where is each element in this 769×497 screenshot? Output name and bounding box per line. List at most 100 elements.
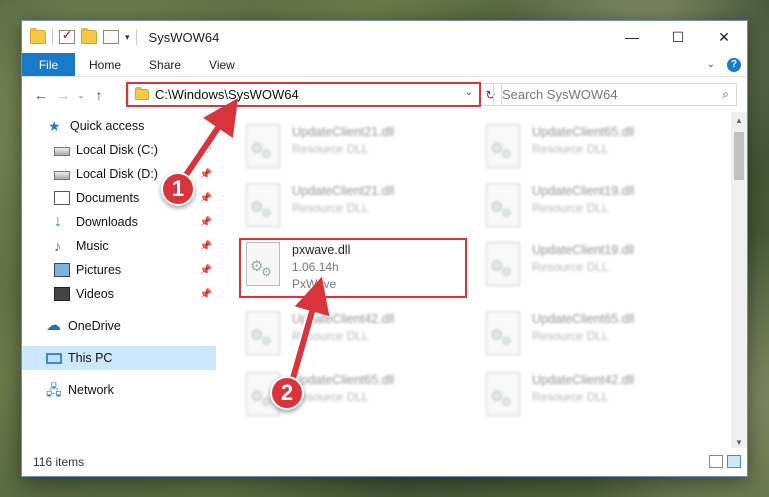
dll-file-icon — [246, 183, 280, 227]
pin-icon: 📌 — [199, 192, 212, 204]
item-count: 116 items — [33, 455, 85, 469]
callout-badge-1: 1 — [161, 172, 195, 206]
file-description: Resource DLL — [532, 142, 609, 156]
dll-file-icon — [486, 372, 520, 416]
file-item[interactable]: UpdateClient65.dll Resource DLL — [478, 307, 708, 363]
sidebar-item-label: Network — [68, 383, 114, 397]
sidebar-item-network[interactable]: 🖧 Network — [22, 378, 216, 402]
tab-share[interactable]: Share — [135, 53, 195, 76]
minimize-button[interactable]: — — [609, 21, 655, 53]
downloads-icon: ↓ — [54, 213, 62, 230]
dll-file-icon — [246, 124, 280, 168]
dll-file-icon — [486, 242, 520, 286]
maximize-button[interactable]: ☐ — [655, 21, 701, 53]
file-item[interactable]: UpdateClient19.dll Resource DLL — [478, 238, 708, 294]
file-item[interactable]: UpdateClient42.dll Resource DLL — [238, 307, 468, 363]
disk-icon — [54, 171, 70, 180]
folder-icon — [30, 28, 46, 44]
sidebar-item-onedrive[interactable]: ☁ OneDrive — [22, 314, 216, 338]
sidebar-item-label: Music — [76, 239, 109, 253]
file-name: UpdateClient21.dll — [292, 125, 395, 139]
search-placeholder: Search SysWOW64 — [502, 87, 618, 102]
sidebar-item-music[interactable]: ♪ Music 📌 — [22, 234, 216, 258]
file-description: Resource DLL — [292, 142, 369, 156]
file-description: Resource DLL — [292, 329, 369, 343]
sidebar-item-videos[interactable]: Videos 📌 — [22, 282, 216, 306]
sidebar-item-label: Downloads — [76, 215, 138, 229]
quick-access-toolbar: ▾ — [22, 28, 137, 45]
file-highlight-box — [239, 238, 467, 298]
separator — [135, 29, 137, 45]
file-item[interactable]: UpdateClient42.dll Resource DLL — [478, 368, 708, 424]
file-description: Resource DLL — [532, 260, 609, 274]
forward-arrow-icon[interactable]: → — [52, 87, 74, 103]
dll-file-icon — [486, 124, 520, 168]
pin-icon: 📌 — [199, 264, 212, 276]
onedrive-icon: ☁ — [46, 317, 61, 334]
sidebar-item-label: Quick access — [70, 119, 145, 133]
dll-file-icon — [486, 183, 520, 227]
network-icon: 🖧 — [46, 382, 62, 398]
sidebar-item-label: Documents — [76, 191, 140, 205]
tiles-view-icon[interactable] — [727, 455, 741, 468]
qat-dropdown-icon[interactable]: ▾ — [125, 32, 130, 43]
file-description: Resource DLL — [532, 390, 609, 404]
file-item[interactable]: UpdateClient65.dll Resource DLL — [478, 120, 708, 176]
details-view-icon[interactable] — [709, 455, 723, 468]
back-arrow-icon[interactable]: ← — [30, 87, 52, 103]
window-controls: — ☐ ✕ — [609, 21, 747, 53]
window-title: SysWOW64 — [148, 29, 220, 45]
file-name: UpdateClient65.dll — [532, 125, 635, 139]
file-description: Resource DLL — [532, 329, 609, 343]
tab-view[interactable]: View — [195, 53, 249, 76]
tab-home[interactable]: Home — [75, 53, 135, 76]
properties-check-icon[interactable] — [59, 28, 75, 44]
ribbon-right: ⌄ ? — [707, 53, 747, 76]
dll-file-icon — [246, 311, 280, 355]
sidebar-item-label: Videos — [76, 287, 114, 301]
tab-file[interactable]: File — [22, 53, 75, 76]
new-folder-icon[interactable] — [81, 28, 97, 44]
file-description: Resource DLL — [292, 201, 369, 215]
pin-icon: 📌 — [199, 216, 212, 228]
file-name: UpdateClient65.dll — [292, 373, 395, 387]
this-pc-icon — [46, 352, 62, 364]
ribbon-tabs: File Home Share View ⌄ ? — [22, 53, 747, 77]
sidebar-item-label: OneDrive — [68, 319, 121, 333]
file-name: UpdateClient65.dll — [532, 312, 635, 326]
search-icon: ⌕ — [722, 87, 729, 101]
pictures-icon — [54, 263, 70, 277]
sidebar-item-this-pc[interactable]: This PC — [22, 346, 216, 370]
rename-icon[interactable] — [103, 30, 119, 44]
file-item[interactable]: UpdateClient21.dll Resource DLL — [238, 120, 468, 176]
title-bar: ▾ SysWOW64 — ☐ ✕ — [22, 21, 747, 53]
sidebar-item-label: This PC — [68, 351, 113, 365]
expand-ribbon-icon[interactable]: ⌄ — [707, 59, 715, 70]
view-buttons — [709, 455, 741, 468]
file-name: UpdateClient42.dll — [532, 373, 635, 387]
separator — [52, 29, 53, 45]
close-button[interactable]: ✕ — [701, 21, 747, 53]
up-arrow-icon[interactable]: ↑ — [88, 87, 110, 103]
sidebar-item-downloads[interactable]: ↓ Downloads 📌 — [22, 210, 216, 234]
address-highlight-box — [126, 82, 481, 107]
callout-badge-2: 2 — [270, 376, 304, 410]
scroll-thumb[interactable] — [734, 132, 744, 180]
sidebar-item-label: Pictures — [76, 263, 122, 277]
pin-icon: 📌 — [199, 168, 212, 180]
sidebar-item-local-disk-c[interactable]: Local Disk (C:) 📌 — [22, 138, 216, 162]
scroll-up-icon[interactable]: ▲ — [731, 112, 747, 128]
file-name: UpdateClient19.dll — [532, 184, 635, 198]
documents-icon — [54, 191, 70, 205]
sidebar-item-pictures[interactable]: Pictures 📌 — [22, 258, 216, 282]
vertical-scrollbar[interactable]: ▲ ▼ — [731, 112, 747, 450]
recent-locations-dropdown-icon[interactable]: ⌄ — [74, 91, 88, 100]
sidebar-item-quick-access[interactable]: ★ Quick access — [22, 114, 216, 138]
status-bar: 116 items — [22, 448, 747, 476]
search-input[interactable]: Search SysWOW64 ⌕ — [493, 83, 737, 106]
help-icon[interactable]: ? — [727, 57, 741, 72]
dll-file-icon — [486, 311, 520, 355]
file-item[interactable]: UpdateClient19.dll Resource DLL — [478, 179, 708, 235]
music-icon: ♪ — [54, 238, 61, 254]
file-item[interactable]: UpdateClient21.dll Resource DLL — [238, 179, 468, 235]
